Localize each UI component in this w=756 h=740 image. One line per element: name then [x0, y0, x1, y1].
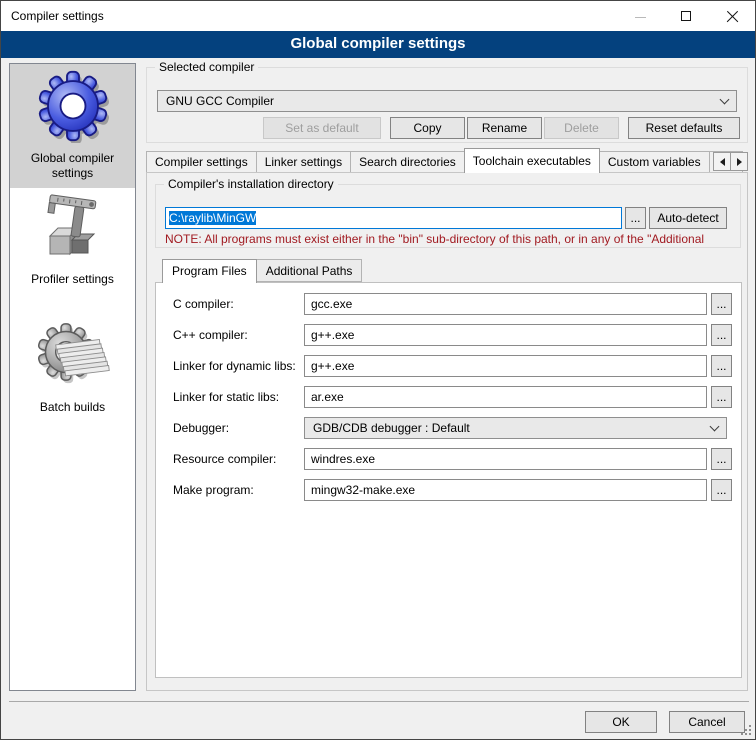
browse-directory-button[interactable]: ... [625, 207, 646, 229]
selected-compiler-group: Selected compiler GNU GCC Compiler Set a… [146, 67, 748, 143]
sidebar-item-label: Batch builds [34, 395, 111, 415]
tab-scroll-left-button[interactable] [713, 152, 731, 171]
dynamic-linker-browse-button[interactable]: ... [711, 355, 732, 377]
sidebar-item-batch-builds[interactable]: Batch builds [10, 315, 135, 427]
c-compiler-label: C compiler: [173, 297, 234, 311]
tab-program-files[interactable]: Program Files [162, 259, 257, 283]
gear-blue-icon [36, 69, 110, 146]
sidebar-item-global-compiler-settings[interactable]: Global compiler settings [10, 64, 135, 188]
toolchain-executables-page: Compiler's installation directory C:\ray… [146, 172, 748, 691]
sidebar-item-label: Profiler settings [25, 267, 120, 287]
cpp-compiler-row: C++ compiler: ... [156, 324, 741, 346]
gear-stack-icon [36, 320, 110, 395]
c-compiler-browse-button[interactable]: ... [711, 293, 732, 315]
dynamic-linker-input[interactable] [304, 355, 707, 377]
static-linker-input[interactable] [304, 386, 707, 408]
set-as-default-button[interactable]: Set as default [263, 117, 381, 139]
page-title: Global compiler settings [1, 31, 755, 58]
dynamic-linker-row: Linker for dynamic libs: ... [156, 355, 741, 377]
resource-compiler-browse-button[interactable]: ... [711, 448, 732, 470]
compiler-select[interactable]: GNU GCC Compiler [157, 90, 737, 112]
compiler-settings-window: Compiler settings Global compiler settin… [0, 0, 756, 740]
tab-additional-paths[interactable]: Additional Paths [256, 259, 363, 282]
make-program-row: Make program: ... [156, 479, 741, 501]
debugger-select-value: GDB/CDB debugger : Default [313, 421, 711, 435]
caption-buttons [617, 1, 755, 31]
dynamic-linker-label: Linker for dynamic libs: [173, 359, 296, 373]
tab-linker-settings[interactable]: Linker settings [256, 151, 351, 173]
compiler-select-value: GNU GCC Compiler [166, 94, 721, 108]
caliper-icon [40, 194, 106, 267]
tab-search-directories[interactable]: Search directories [350, 151, 465, 173]
static-linker-label: Linker for static libs: [173, 390, 279, 404]
settings-tabbar: Compiler settings Linker settings Search… [146, 148, 749, 173]
resource-compiler-label: Resource compiler: [173, 452, 276, 466]
resource-compiler-row: Resource compiler: ... [156, 448, 741, 470]
make-program-label: Make program: [173, 483, 254, 497]
rename-button[interactable]: Rename [467, 117, 542, 139]
installation-directory-value: C:\raylib\MinGW [169, 211, 256, 225]
installation-directory-group: Compiler's installation directory C:\ray… [155, 184, 741, 248]
sidebar: Global compiler settings [9, 63, 136, 691]
copy-button[interactable]: Copy [390, 117, 465, 139]
installation-note: NOTE: All programs must exist either in … [165, 232, 748, 246]
auto-detect-button[interactable]: Auto-detect [649, 207, 727, 229]
titlebar: Compiler settings [1, 1, 755, 31]
maximize-icon [681, 11, 691, 21]
minimize-icon [635, 17, 646, 18]
minimize-button[interactable] [617, 1, 663, 31]
sidebar-item-profiler-settings[interactable]: Profiler settings [10, 189, 135, 301]
make-program-input[interactable] [304, 479, 707, 501]
delete-button[interactable]: Delete [544, 117, 619, 139]
static-linker-browse-button[interactable]: ... [711, 386, 732, 408]
close-icon [726, 10, 739, 23]
cpp-compiler-input[interactable] [304, 324, 707, 346]
chevron-down-icon [720, 94, 730, 104]
c-compiler-row: C compiler: ... [156, 293, 741, 315]
installation-directory-input[interactable]: C:\raylib\MinGW [165, 207, 622, 229]
arrow-right-icon [737, 158, 742, 166]
tab-toolchain-executables[interactable]: Toolchain executables [464, 148, 600, 173]
chevron-down-icon [710, 421, 720, 431]
resize-grip-icon[interactable] [749, 733, 751, 735]
sidebar-item-label: Global compiler settings [10, 146, 135, 181]
program-files-tabbar: Program Files Additional Paths [162, 259, 361, 283]
maximize-button[interactable] [663, 1, 709, 31]
debugger-select[interactable]: GDB/CDB debugger : Default [304, 417, 727, 439]
ok-button[interactable]: OK [585, 711, 657, 733]
footer-separator [9, 701, 749, 702]
cpp-compiler-label: C++ compiler: [173, 328, 248, 342]
window-title: Compiler settings [11, 1, 104, 31]
tab-compiler-settings[interactable]: Compiler settings [146, 151, 257, 173]
program-files-page: C compiler: ... C++ compiler: ... Linker… [155, 282, 742, 678]
selected-compiler-group-label: Selected compiler [155, 60, 258, 74]
cancel-button[interactable]: Cancel [669, 711, 745, 733]
debugger-label: Debugger: [173, 421, 229, 435]
installation-directory-group-label: Compiler's installation directory [164, 177, 338, 191]
arrow-left-icon [720, 158, 725, 166]
compiler-buttons-row: Set as default Copy Rename Delete Reset … [157, 117, 740, 139]
cpp-compiler-browse-button[interactable]: ... [711, 324, 732, 346]
tab-scroll-buttons [714, 152, 748, 171]
c-compiler-input[interactable] [304, 293, 707, 315]
static-linker-row: Linker for static libs: ... [156, 386, 741, 408]
make-program-browse-button[interactable]: ... [711, 479, 732, 501]
debugger-row: Debugger: GDB/CDB debugger : Default [156, 417, 741, 439]
tab-scroll-right-button[interactable] [730, 152, 748, 171]
tab-custom-variables[interactable]: Custom variables [599, 151, 710, 173]
reset-defaults-button[interactable]: Reset defaults [628, 117, 740, 139]
resource-compiler-input[interactable] [304, 448, 707, 470]
close-button[interactable] [709, 1, 755, 31]
